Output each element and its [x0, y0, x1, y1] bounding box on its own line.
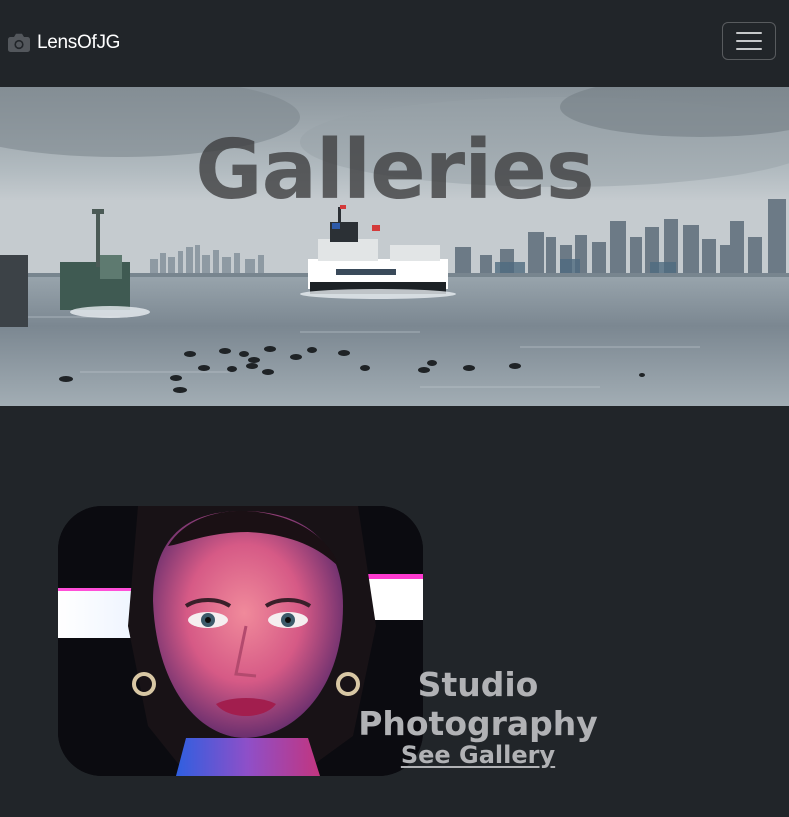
brand-link[interactable]: LensOfJG [8, 28, 120, 58]
gallery-card-title: Studio Photography [358, 665, 598, 743]
camera-icon [8, 33, 30, 52]
navbar: LensOfJG [0, 0, 789, 87]
page-title: Galleries [195, 123, 594, 218]
hero-banner: Galleries [0, 87, 789, 406]
navbar-toggler-button[interactable] [722, 22, 776, 60]
see-gallery-link[interactable]: See Gallery [330, 741, 626, 769]
hamburger-menu-icon [736, 32, 762, 50]
brand-name: LensOfJG [37, 32, 121, 53]
